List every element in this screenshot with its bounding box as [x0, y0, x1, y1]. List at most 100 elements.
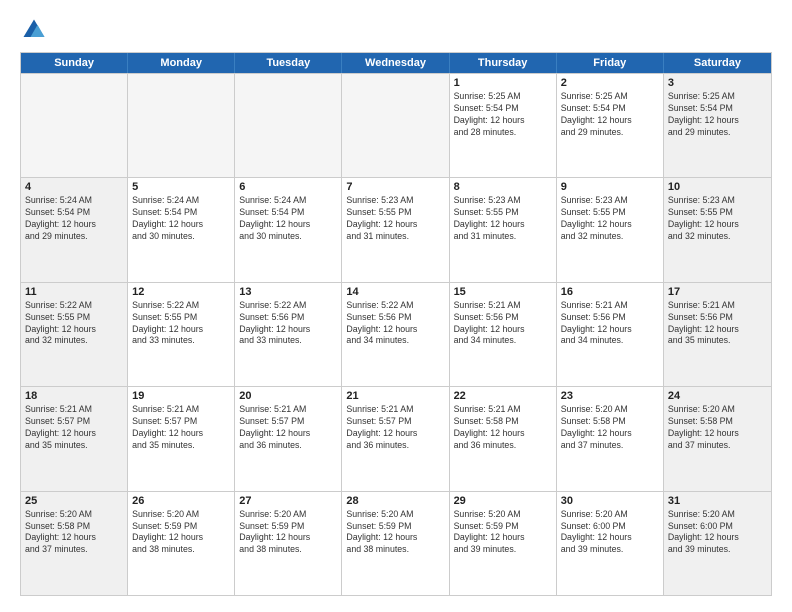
day-number: 6 — [239, 181, 337, 193]
calendar-cell: 10 Sunrise: 5:23 AM Sunset: 5:55 PM Dayli… — [664, 178, 771, 281]
calendar-cell: 5 Sunrise: 5:24 AM Sunset: 5:54 PM Daylig… — [128, 178, 235, 281]
day-number: 3 — [668, 77, 767, 89]
day-info: Sunrise: 5:20 AM Sunset: 6:00 PM Dayligh… — [668, 509, 767, 557]
calendar-cell: 28Sunrise: 5:20 AM Sunset: 5:59 PM Dayli… — [342, 492, 449, 595]
calendar-cell: 27 Sunrise: 5:20 AM Sunset: 5:59 PM Dayli… — [235, 492, 342, 595]
header-day-saturday: Saturday — [664, 53, 771, 73]
day-info: Sunrise: 5:21 AM Sunset: 5:58 PM Dayligh… — [454, 404, 552, 452]
calendar-cell: 17 Sunrise: 5:21 AM Sunset: 5:56 PM Dayli… — [664, 283, 771, 386]
calendar-cell: 29 Sunrise: 5:20 AM Sunset: 5:59 PM Dayli… — [450, 492, 557, 595]
day-info: Sunrise: 5:20 AM Sunset: 5:59 PM Dayligh… — [239, 509, 337, 557]
day-info: Sunrise: 5:23 AM Sunset: 5:55 PM Dayligh… — [454, 195, 552, 243]
day-info: Sunrise: 5:22 AM Sunset: 5:55 PM Dayligh… — [25, 300, 123, 348]
calendar-row-2: 11 Sunrise: 5:22 AM Sunset: 5:55 PM Dayli… — [21, 282, 771, 386]
day-info: Sunrise: 5:20 AM Sunset: 5:58 PM Dayligh… — [668, 404, 767, 452]
calendar-cell: 11 Sunrise: 5:22 AM Sunset: 5:55 PM Dayli… — [21, 283, 128, 386]
day-info: Sunrise: 5:21 AM Sunset: 5:56 PM Dayligh… — [668, 300, 767, 348]
calendar-cell: 12 Sunrise: 5:22 AM Sunset: 5:55 PM Dayli… — [128, 283, 235, 386]
calendar-cell: 25Sunrise: 5:20 AM Sunset: 5:58 PM Dayli… — [21, 492, 128, 595]
calendar-cell: 6 Sunrise: 5:24 AM Sunset: 5:54 PM Daylig… — [235, 178, 342, 281]
day-number: 18 — [25, 390, 123, 402]
calendar-cell: 4 Sunrise: 5:24 AM Sunset: 5:54 PM Daylig… — [21, 178, 128, 281]
day-number: 21 — [346, 390, 444, 402]
day-number: 7 — [346, 181, 444, 193]
calendar-cell: 7 Sunrise: 5:23 AM Sunset: 5:55 PM Daylig… — [342, 178, 449, 281]
calendar-cell: 22Sunrise: 5:21 AM Sunset: 5:58 PM Dayli… — [450, 387, 557, 490]
day-info: Sunrise: 5:20 AM Sunset: 5:59 PM Dayligh… — [454, 509, 552, 557]
calendar-header: SundayMondayTuesdayWednesdayThursdayFrid… — [21, 53, 771, 73]
day-number: 8 — [454, 181, 552, 193]
calendar-cell: 31 Sunrise: 5:20 AM Sunset: 6:00 PM Dayli… — [664, 492, 771, 595]
day-info: Sunrise: 5:24 AM Sunset: 5:54 PM Dayligh… — [132, 195, 230, 243]
day-info: Sunrise: 5:21 AM Sunset: 5:56 PM Dayligh… — [561, 300, 659, 348]
calendar-cell — [21, 74, 128, 177]
day-info: Sunrise: 5:25 AM Sunset: 5:54 PM Dayligh… — [668, 91, 767, 139]
calendar-cell: 14 Sunrise: 5:22 AM Sunset: 5:56 PM Dayli… — [342, 283, 449, 386]
calendar-cell: 26 Sunrise: 5:20 AM Sunset: 5:59 PM Dayli… — [128, 492, 235, 595]
calendar-cell: 21 Sunrise: 5:21 AM Sunset: 5:57 PM Dayli… — [342, 387, 449, 490]
calendar-row-4: 25Sunrise: 5:20 AM Sunset: 5:58 PM Dayli… — [21, 491, 771, 595]
calendar-cell: 16 Sunrise: 5:21 AM Sunset: 5:56 PM Dayli… — [557, 283, 664, 386]
day-number: 17 — [668, 286, 767, 298]
calendar-cell: 19 Sunrise: 5:21 AM Sunset: 5:57 PM Dayli… — [128, 387, 235, 490]
day-number: 28 — [346, 495, 444, 507]
header-day-sunday: Sunday — [21, 53, 128, 73]
day-info: Sunrise: 5:21 AM Sunset: 5:57 PM Dayligh… — [239, 404, 337, 452]
calendar-row-1: 4 Sunrise: 5:24 AM Sunset: 5:54 PM Daylig… — [21, 177, 771, 281]
header-day-monday: Monday — [128, 53, 235, 73]
day-info: Sunrise: 5:20 AM Sunset: 5:58 PM Dayligh… — [25, 509, 123, 557]
day-info: Sunrise: 5:23 AM Sunset: 5:55 PM Dayligh… — [561, 195, 659, 243]
day-number: 19 — [132, 390, 230, 402]
calendar-cell: 18 Sunrise: 5:21 AM Sunset: 5:57 PM Dayli… — [21, 387, 128, 490]
day-number: 16 — [561, 286, 659, 298]
day-info: Sunrise: 5:24 AM Sunset: 5:54 PM Dayligh… — [239, 195, 337, 243]
day-info: Sunrise: 5:21 AM Sunset: 5:57 PM Dayligh… — [25, 404, 123, 452]
day-number: 27 — [239, 495, 337, 507]
header — [20, 16, 772, 44]
calendar-cell: 24 Sunrise: 5:20 AM Sunset: 5:58 PM Dayli… — [664, 387, 771, 490]
page: SundayMondayTuesdayWednesdayThursdayFrid… — [0, 0, 792, 612]
day-number: 14 — [346, 286, 444, 298]
day-number: 4 — [25, 181, 123, 193]
day-info: Sunrise: 5:21 AM Sunset: 5:57 PM Dayligh… — [346, 404, 444, 452]
calendar-cell — [342, 74, 449, 177]
day-number: 23 — [561, 390, 659, 402]
day-number: 24 — [668, 390, 767, 402]
day-number: 13 — [239, 286, 337, 298]
day-info: Sunrise: 5:24 AM Sunset: 5:54 PM Dayligh… — [25, 195, 123, 243]
day-number: 5 — [132, 181, 230, 193]
calendar-row-0: 1Sunrise: 5:25 AM Sunset: 5:54 PM Daylig… — [21, 73, 771, 177]
day-number: 12 — [132, 286, 230, 298]
calendar-body: 1Sunrise: 5:25 AM Sunset: 5:54 PM Daylig… — [21, 73, 771, 595]
calendar-cell: 13Sunrise: 5:22 AM Sunset: 5:56 PM Dayli… — [235, 283, 342, 386]
day-number: 30 — [561, 495, 659, 507]
day-info: Sunrise: 5:22 AM Sunset: 5:55 PM Dayligh… — [132, 300, 230, 348]
day-number: 10 — [668, 181, 767, 193]
day-info: Sunrise: 5:21 AM Sunset: 5:56 PM Dayligh… — [454, 300, 552, 348]
calendar-cell: 2 Sunrise: 5:25 AM Sunset: 5:54 PM Daylig… — [557, 74, 664, 177]
day-number: 11 — [25, 286, 123, 298]
day-number: 31 — [668, 495, 767, 507]
header-day-wednesday: Wednesday — [342, 53, 449, 73]
calendar: SundayMondayTuesdayWednesdayThursdayFrid… — [20, 52, 772, 596]
calendar-row-3: 18 Sunrise: 5:21 AM Sunset: 5:57 PM Dayli… — [21, 386, 771, 490]
day-number: 26 — [132, 495, 230, 507]
calendar-cell: 3 Sunrise: 5:25 AM Sunset: 5:54 PM Daylig… — [664, 74, 771, 177]
day-number: 29 — [454, 495, 552, 507]
day-info: Sunrise: 5:25 AM Sunset: 5:54 PM Dayligh… — [454, 91, 552, 139]
logo — [20, 16, 52, 44]
day-info: Sunrise: 5:21 AM Sunset: 5:57 PM Dayligh… — [132, 404, 230, 452]
calendar-cell: 9Sunrise: 5:23 AM Sunset: 5:55 PM Daylig… — [557, 178, 664, 281]
day-info: Sunrise: 5:20 AM Sunset: 6:00 PM Dayligh… — [561, 509, 659, 557]
calendar-cell — [235, 74, 342, 177]
day-number: 2 — [561, 77, 659, 89]
day-number: 20 — [239, 390, 337, 402]
day-info: Sunrise: 5:23 AM Sunset: 5:55 PM Dayligh… — [346, 195, 444, 243]
day-info: Sunrise: 5:20 AM Sunset: 5:59 PM Dayligh… — [132, 509, 230, 557]
calendar-cell: 30 Sunrise: 5:20 AM Sunset: 6:00 PM Dayli… — [557, 492, 664, 595]
header-day-tuesday: Tuesday — [235, 53, 342, 73]
day-info: Sunrise: 5:25 AM Sunset: 5:54 PM Dayligh… — [561, 91, 659, 139]
day-info: Sunrise: 5:23 AM Sunset: 5:55 PM Dayligh… — [668, 195, 767, 243]
day-info: Sunrise: 5:22 AM Sunset: 5:56 PM Dayligh… — [346, 300, 444, 348]
calendar-cell: 1Sunrise: 5:25 AM Sunset: 5:54 PM Daylig… — [450, 74, 557, 177]
